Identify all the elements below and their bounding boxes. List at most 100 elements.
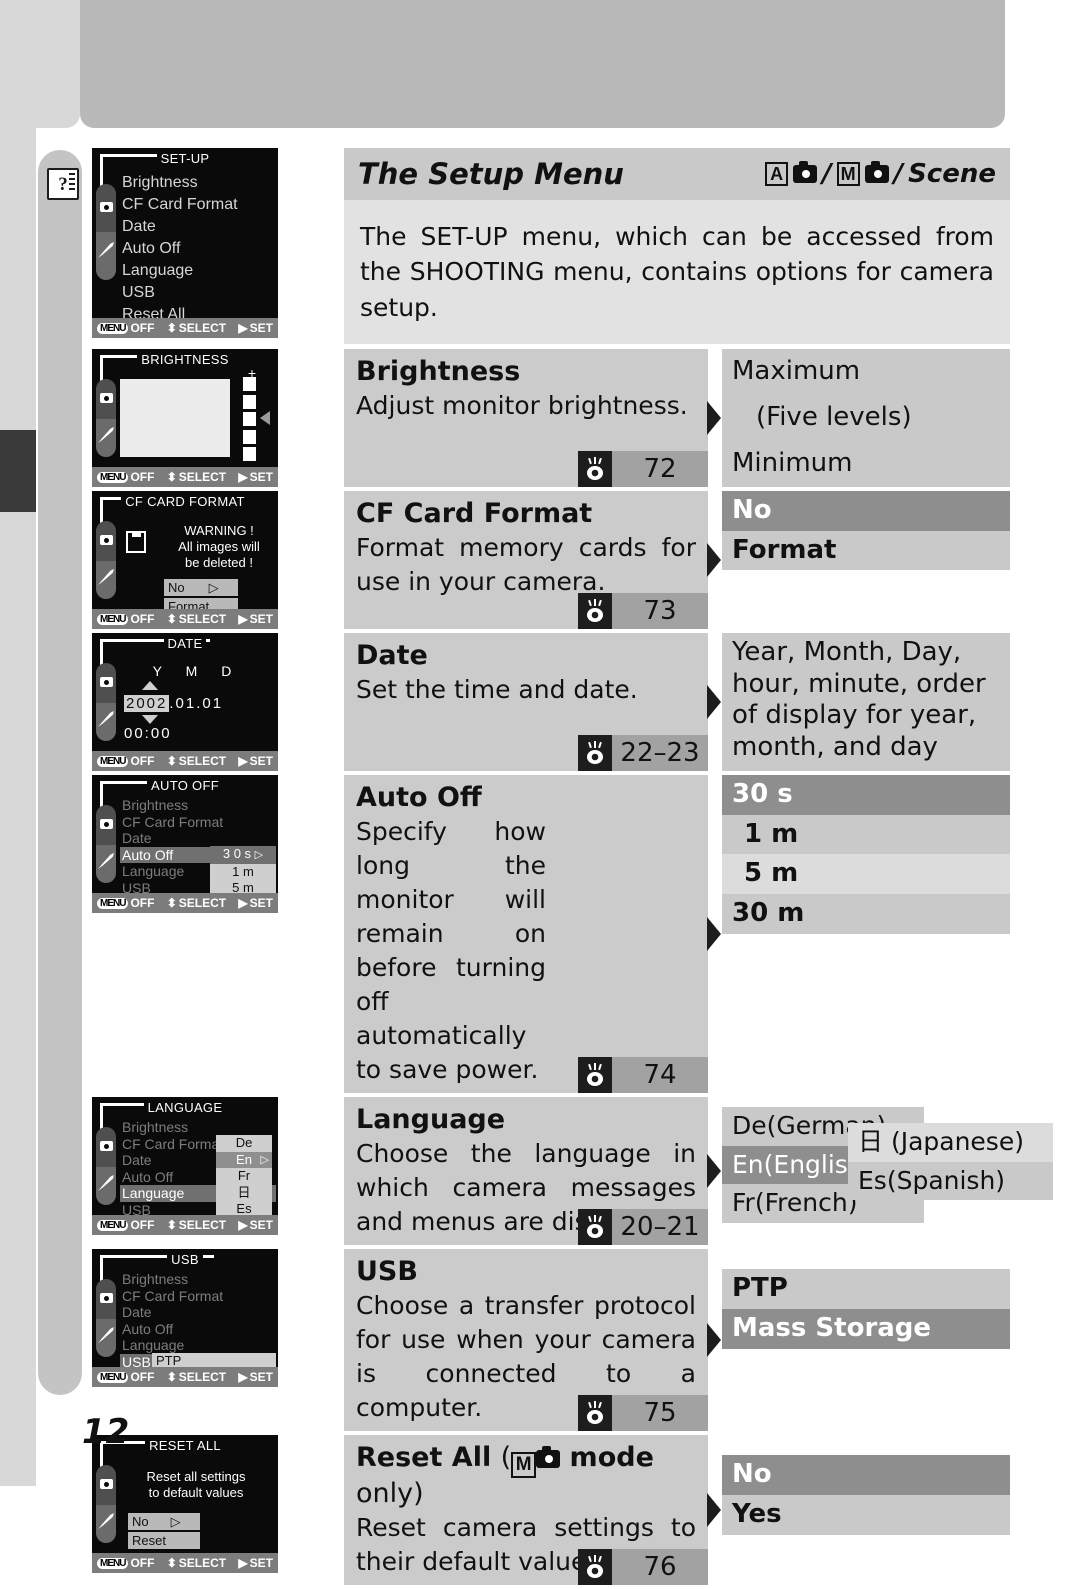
page-reference[interactable]: 73 [578,593,708,629]
entry-language: LANGUAGE Brightness CF Card Format Date … [80,1097,1053,1246]
page-reference-number: 75 [612,1395,708,1432]
reset-message: Reset all settings to default values [146,1469,246,1501]
option-item[interactable]: 30 m [722,894,1010,934]
option-item-selected[interactable]: No [722,491,1010,531]
question-book-icon: ? [47,168,79,200]
entry-auto-off: AUTO OFF Brightness CF Card Format Date … [80,775,1010,1094]
date-value[interactable]: 2002.01.01 [124,695,223,712]
page-reference[interactable]: 74 [578,1057,708,1094]
option-item[interactable]: 1 m [722,814,1010,855]
option-item[interactable]: 5 m [722,854,1010,895]
brightness-cursor-icon [260,411,270,425]
no-button[interactable]: No ▷ [164,579,238,596]
option-item[interactable]: Maximum [722,352,1010,392]
thumbnail-brightness: BRIGHTNESS + − MENUOFF ⬍SELECT ▶SET [80,349,340,487]
description-auto-off: Auto Off Specify how long the monitor wi… [344,775,722,1094]
lcd-value-selected[interactable]: 3 0 s ▷ [210,846,276,864]
lcd-bottom-bar: MENU OFF ⬍ SELECT ▶ SET [92,893,278,913]
page-title: The Setup Menu [358,157,624,191]
entry-body: Specify how long the monitor will remain… [356,817,546,1085]
page-header-band [80,0,1005,128]
entry-cf-card-format: CF CARD FORMAT WARNING ! All images will… [80,491,1010,629]
warning-text: WARNING ! All images will be deleted ! [178,523,260,570]
entry-reset-all: RESET ALL Reset all settings to default … [80,1435,1010,1585]
entry-title: USB [356,1256,418,1288]
option-item[interactable]: Es(Spanish) [848,1161,1053,1201]
lcd-bottom-bar: MENU OFF ⬍ SELECT ▶ SET [92,467,278,487]
lcd-side-tabs [96,805,116,883]
lcd-menu-list: Brightness CF Card Format Date Auto Off … [122,174,238,323]
lcd-side-tabs [96,663,116,741]
options-language: De(German) En(English) Fr(French) 日 (Jap… [722,1097,1053,1245]
flow-arrow-icon [707,401,722,435]
mode-m-icon: M [511,1451,537,1478]
chapter-sidebar: Introduction—Menu Guide [38,150,82,1395]
description-brightness: Brightness Adjust monitor brightness. 72 [344,349,722,487]
options-cf-card-format: No Format [722,491,1010,629]
lcd-title: BRIGHTNESS [137,351,233,367]
date-month-day: .01.01 [169,695,224,712]
lcd-value[interactable]: De [216,1135,272,1152]
entry-title-text: Reset All [356,1442,492,1474]
select-hint: ⬍ SELECT [166,470,227,484]
option-item[interactable]: Minimum [722,444,1010,484]
lcd-cf-card-format: CF CARD FORMAT WARNING ! All images will… [92,491,278,629]
page-left-gutter [0,128,36,1486]
page-reference[interactable]: 76 [578,1548,708,1585]
option-item-selected[interactable]: Mass Storage [722,1308,1010,1349]
manual-content: SET-UP Brightness CF Card Format Date Au… [80,148,1053,1589]
page-reference[interactable]: 20–21 [578,1209,708,1246]
thumbnail-auto-off: AUTO OFF Brightness CF Card Format Date … [80,775,340,1093]
lcd-bottom-bar: MENU OFF ⬍ SELECT ▶ SET [92,609,278,629]
option-item[interactable]: PTP [722,1269,1010,1309]
lcd-value-column: De En ▷ Fr 日 Es [216,1135,272,1218]
page-reference[interactable]: 75 [578,1395,708,1432]
options-brightness: Maximum (Five levels) Minimum [722,349,1010,487]
page-reference[interactable]: 72 [578,451,708,487]
entry-title: Auto Off [356,782,482,813]
select-hint: ⬍ SELECT [166,896,227,910]
page-reference[interactable]: 22–23 [578,735,708,771]
camera-icon [793,161,818,183]
select-hint: ⬍ SELECT [166,612,227,626]
setup-menu-thumbnail: SET-UP Brightness CF Card Format Date Au… [80,148,340,344]
flow-arrow-icon [707,1492,722,1527]
option-item: (Five levels) [756,402,912,433]
reset-button[interactable]: Reset [128,1532,200,1550]
flow-arrow-icon [707,917,722,952]
set-hint: ▶ SET [238,754,273,768]
date-year-field[interactable]: 2002 [124,695,170,712]
option-item[interactable]: Format [722,530,1010,571]
decrement-arrow-icon[interactable] [142,715,158,724]
lcd-reset-all: RESET ALL Reset all settings to default … [92,1435,278,1574]
lcd-menu-item: Date [122,1304,152,1321]
date-time-value[interactable]: 00:00 [124,725,172,742]
entry-body: Adjust monitor brightness. [356,391,688,421]
lcd-value[interactable]: 日 [216,1185,272,1202]
thumbnail-cf-card-format: CF CARD FORMAT WARNING ! All images will… [80,491,340,629]
intro-panel: The SET-UP menu, which can be accessed f… [344,200,1010,344]
eye-icon [578,593,612,629]
lcd-menu-item: Date [122,830,152,846]
lcd-bottom-bar: MENU OFF ⬍ SELECT ▶ SET [92,318,278,338]
no-button[interactable]: No ▷ [128,1513,200,1531]
option-item-selected[interactable]: 30 s [722,775,1010,815]
entry-title: Brightness [356,356,521,387]
lcd-side-tabs [96,521,116,599]
increment-arrow-icon[interactable] [142,681,158,690]
lcd-value[interactable]: 1 m [210,864,276,881]
lcd-menu-item: Auto Off [122,1320,174,1337]
lcd-side-tabs [96,184,116,280]
option-item[interactable]: Yes [722,1494,1010,1535]
option-item[interactable]: 日 (Japanese) [848,1123,1053,1162]
option-item: Year, Month, Day, hour, minute, order of… [732,637,986,763]
lcd-value[interactable]: Fr [216,1168,272,1185]
description-reset-all: Reset All (M mode only) Reset camera set… [344,1435,722,1585]
entry-title-paren: ( [500,1442,512,1474]
eye-icon [578,451,612,487]
lcd-value-selected[interactable]: En ▷ [216,1151,272,1169]
option-item-selected[interactable]: No [722,1455,1010,1495]
mode-m-icon: M [836,162,860,186]
set-hint: ▶ SET [238,612,273,626]
thumbnail-reset-all: RESET ALL Reset all settings to default … [80,1435,340,1585]
